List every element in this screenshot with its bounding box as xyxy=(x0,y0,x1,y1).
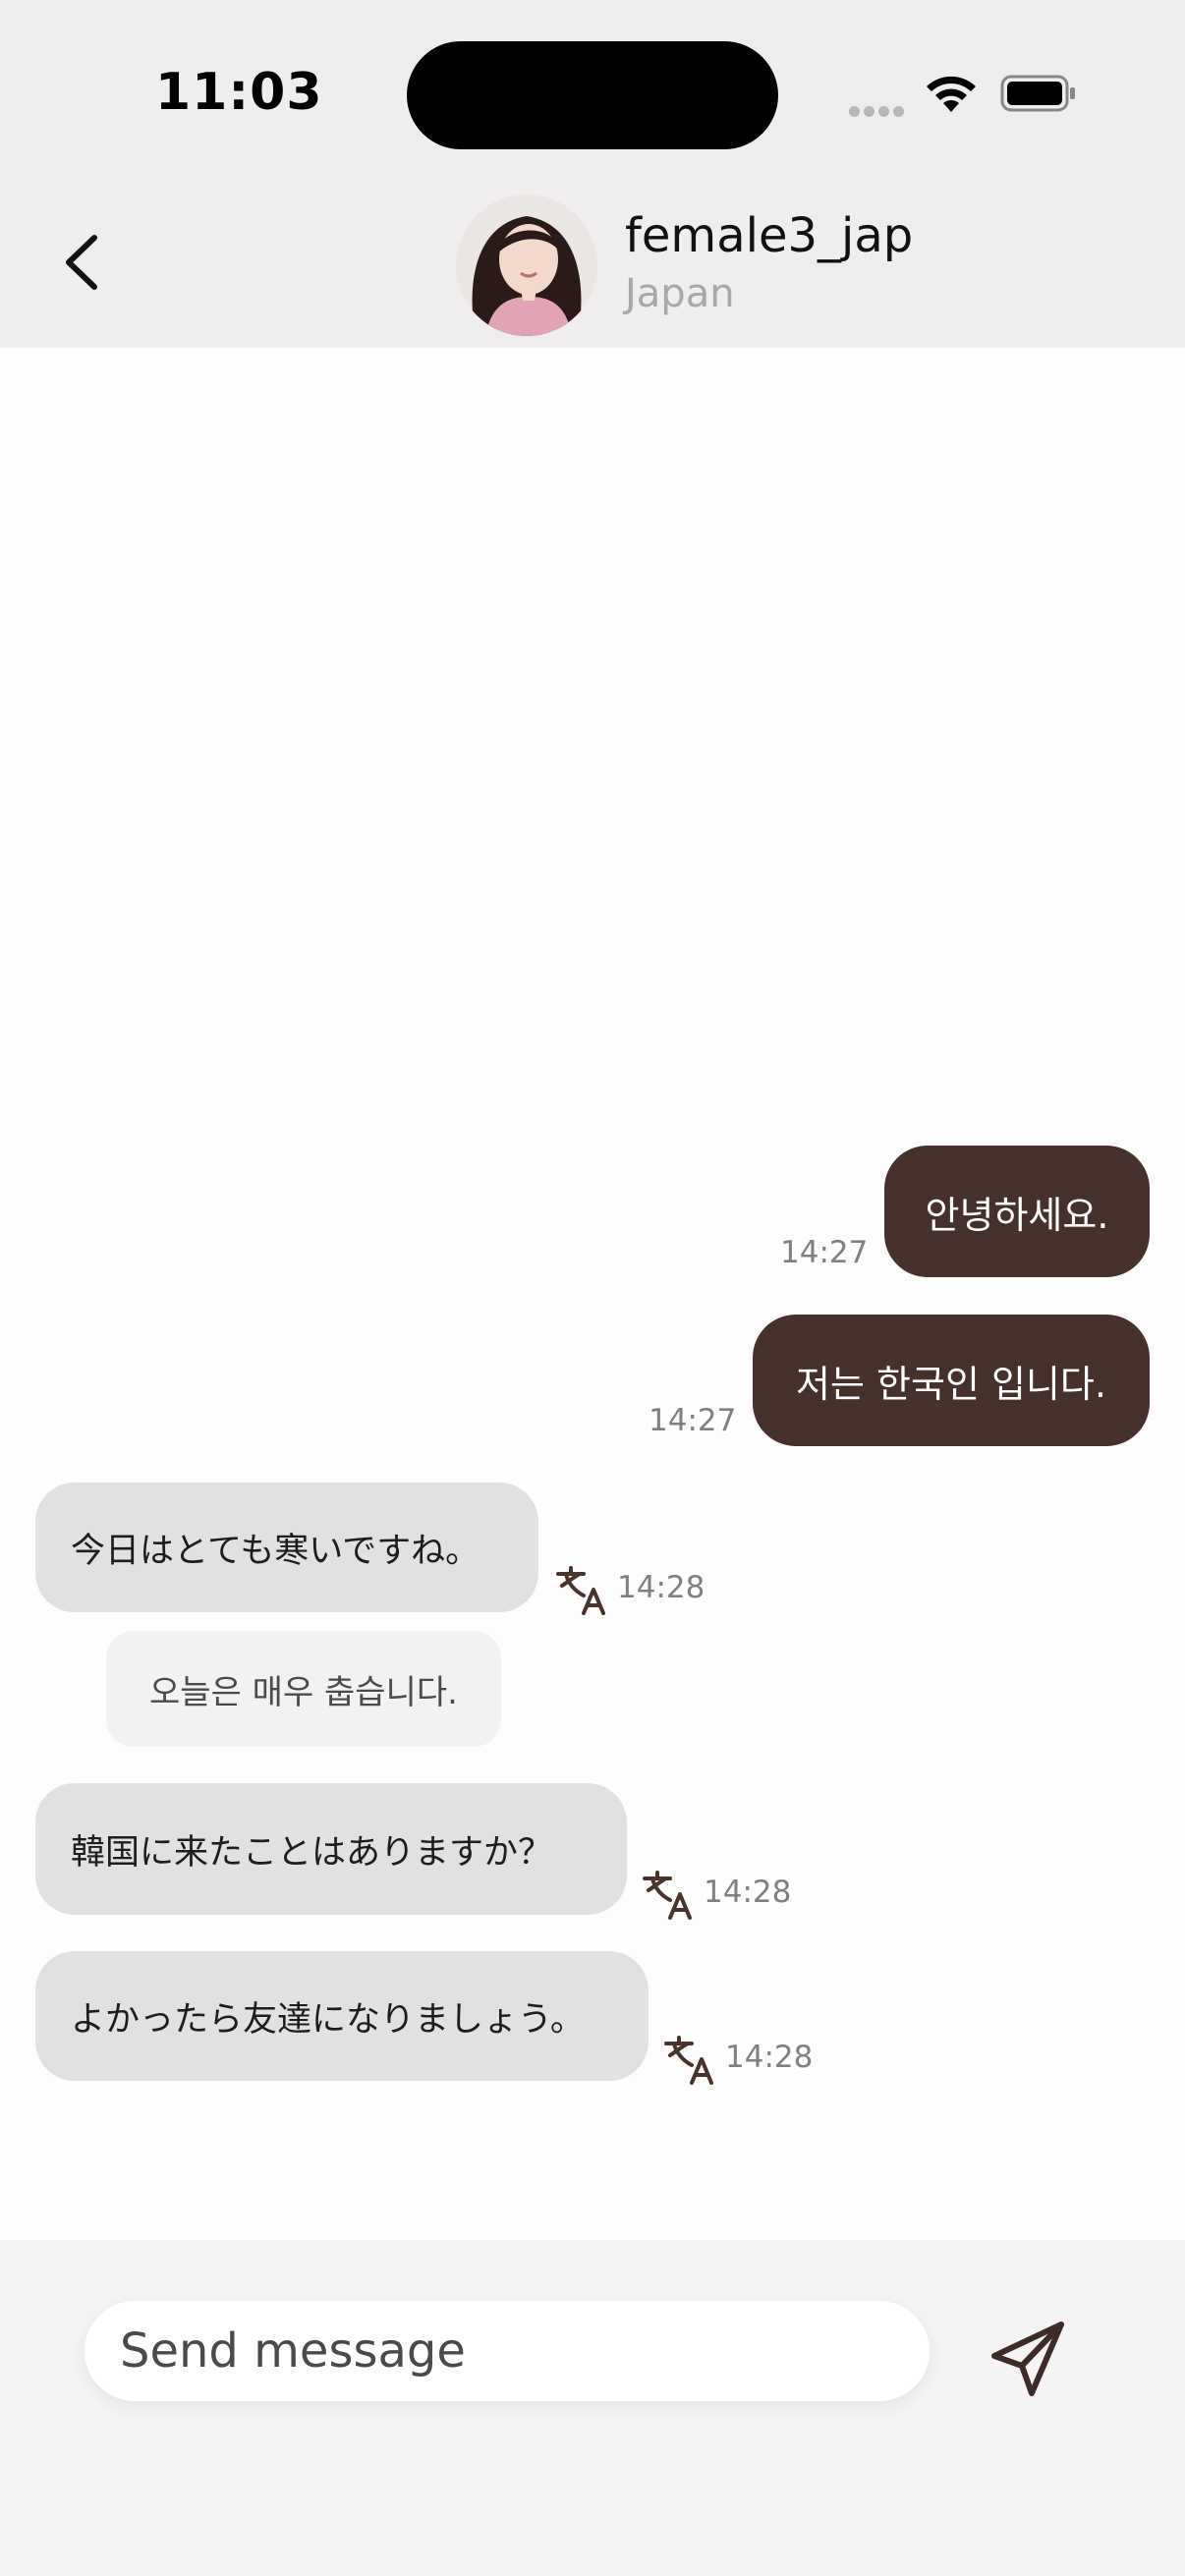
translated-message: 오늘은 매우 춥습니다. xyxy=(106,1631,501,1747)
paper-plane-icon xyxy=(991,2322,1064,2396)
translate-icon[interactable] xyxy=(662,2034,715,2087)
cellular-signal-icon xyxy=(849,102,908,121)
message-time: 14:28 xyxy=(617,1570,705,1605)
incoming-message[interactable]: よかったら友達になりましょう。 xyxy=(35,1951,649,2081)
message-time: 14:27 xyxy=(780,1235,869,1270)
message-time: 14:28 xyxy=(704,1875,792,1910)
message-time: 14:27 xyxy=(649,1403,737,1438)
outgoing-message[interactable]: 안녕하세요. xyxy=(884,1146,1150,1277)
send-button[interactable] xyxy=(988,2319,1069,2399)
outgoing-message[interactable]: 저는 한국인 입니다. xyxy=(753,1315,1150,1446)
incoming-message[interactable]: 今日はとても寒いですね。 xyxy=(35,1483,538,1612)
top-bar: 11:03 female3_jap Japan xyxy=(0,0,1185,348)
avatar[interactable] xyxy=(456,195,597,336)
translate-icon[interactable] xyxy=(554,1564,607,1617)
composer-bar xyxy=(0,2240,1185,2576)
status-time: 11:03 xyxy=(155,63,323,122)
chevron-left-icon xyxy=(66,235,97,290)
dynamic-island xyxy=(407,41,778,149)
back-button[interactable] xyxy=(55,228,114,297)
peer-country: Japan xyxy=(625,271,735,316)
message-input[interactable] xyxy=(85,2301,930,2401)
peer-name: female3_jap xyxy=(625,208,914,263)
battery-icon xyxy=(1000,75,1075,112)
wifi-icon xyxy=(927,76,976,112)
incoming-message[interactable]: 韓国に来たことはありますか？ xyxy=(35,1783,627,1915)
translate-icon[interactable] xyxy=(641,1869,694,1922)
message-time: 14:28 xyxy=(725,2040,814,2075)
